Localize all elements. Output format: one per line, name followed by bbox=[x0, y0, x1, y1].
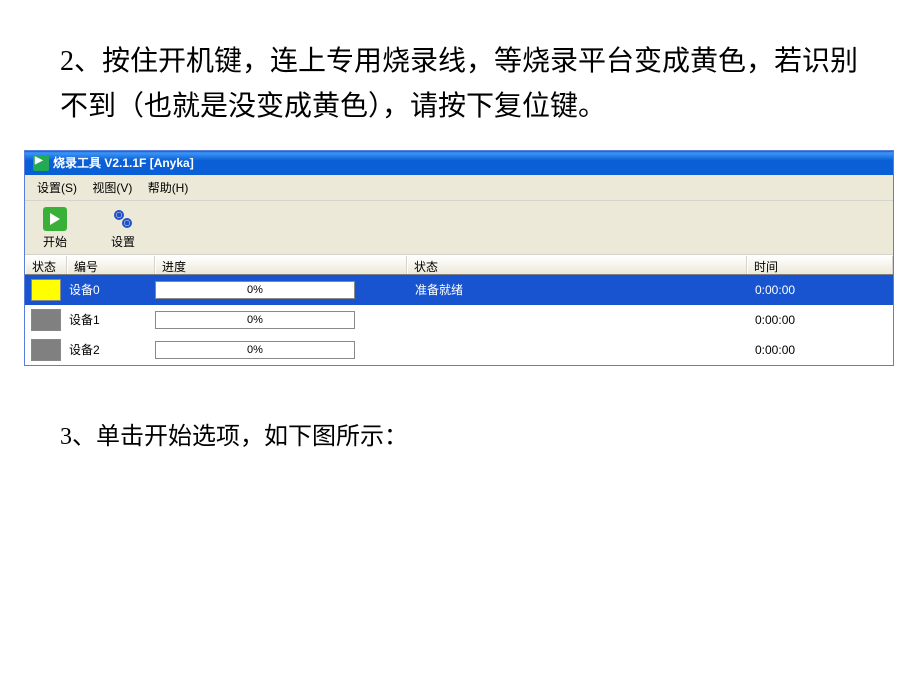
menu-help[interactable]: 帮助(H) bbox=[142, 177, 195, 198]
gear-icon bbox=[111, 207, 135, 231]
device-time: 0:00:00 bbox=[747, 343, 893, 357]
device-status: 准备就绪 bbox=[407, 281, 747, 298]
instruction-step-3: 3、单击开始选项，如下图所示： bbox=[0, 366, 920, 471]
header-number[interactable]: 编号 bbox=[67, 256, 155, 274]
instruction-step-2: 2、按住开机键，连上专用烧录线，等烧录平台变成黄色，若识别不到（也就是没变成黄色… bbox=[0, 0, 920, 150]
column-headers: 状态 编号 进度 状态 时间 bbox=[25, 255, 893, 275]
progress-bar: 0% bbox=[155, 341, 355, 359]
settings-button[interactable]: 设置 bbox=[103, 207, 143, 250]
settings-label: 设置 bbox=[111, 233, 135, 250]
start-button[interactable]: 开始 bbox=[35, 207, 75, 250]
device-name: 设备1 bbox=[67, 311, 155, 328]
device-list: 设备0 0% 准备就绪 0:00:00 设备1 0% 0:00:00 设备2 0… bbox=[25, 275, 893, 365]
device-time: 0:00:00 bbox=[747, 313, 893, 327]
device-name: 设备0 bbox=[67, 281, 155, 298]
progress-bar: 0% bbox=[155, 311, 355, 329]
window-title: 烧录工具 V2.1.1F [Anyka] bbox=[53, 154, 194, 171]
header-status[interactable]: 状态 bbox=[25, 256, 67, 274]
device-time: 0:00:00 bbox=[747, 283, 893, 297]
status-indicator bbox=[31, 339, 61, 361]
menu-view[interactable]: 视图(V) bbox=[86, 177, 138, 198]
start-label: 开始 bbox=[43, 233, 67, 250]
status-indicator bbox=[31, 309, 61, 331]
header-time[interactable]: 时间 bbox=[747, 256, 893, 274]
burn-tool-window: 烧录工具 V2.1.1F [Anyka] 设置(S) 视图(V) 帮助(H) 开… bbox=[24, 150, 894, 366]
start-arrow-icon bbox=[43, 207, 67, 231]
device-row-0[interactable]: 设备0 0% 准备就绪 0:00:00 bbox=[25, 275, 893, 305]
app-icon bbox=[33, 155, 49, 171]
progress-bar: 0% bbox=[155, 281, 355, 299]
device-row-1[interactable]: 设备1 0% 0:00:00 bbox=[25, 305, 893, 335]
header-progress[interactable]: 进度 bbox=[155, 256, 407, 274]
header-status2[interactable]: 状态 bbox=[407, 256, 747, 274]
status-indicator bbox=[31, 279, 61, 301]
titlebar[interactable]: 烧录工具 V2.1.1F [Anyka] bbox=[25, 151, 893, 175]
device-row-2[interactable]: 设备2 0% 0:00:00 bbox=[25, 335, 893, 365]
device-name: 设备2 bbox=[67, 341, 155, 358]
menubar: 设置(S) 视图(V) 帮助(H) bbox=[25, 175, 893, 201]
toolbar: 开始 设置 bbox=[25, 201, 893, 255]
menu-settings[interactable]: 设置(S) bbox=[31, 177, 83, 198]
